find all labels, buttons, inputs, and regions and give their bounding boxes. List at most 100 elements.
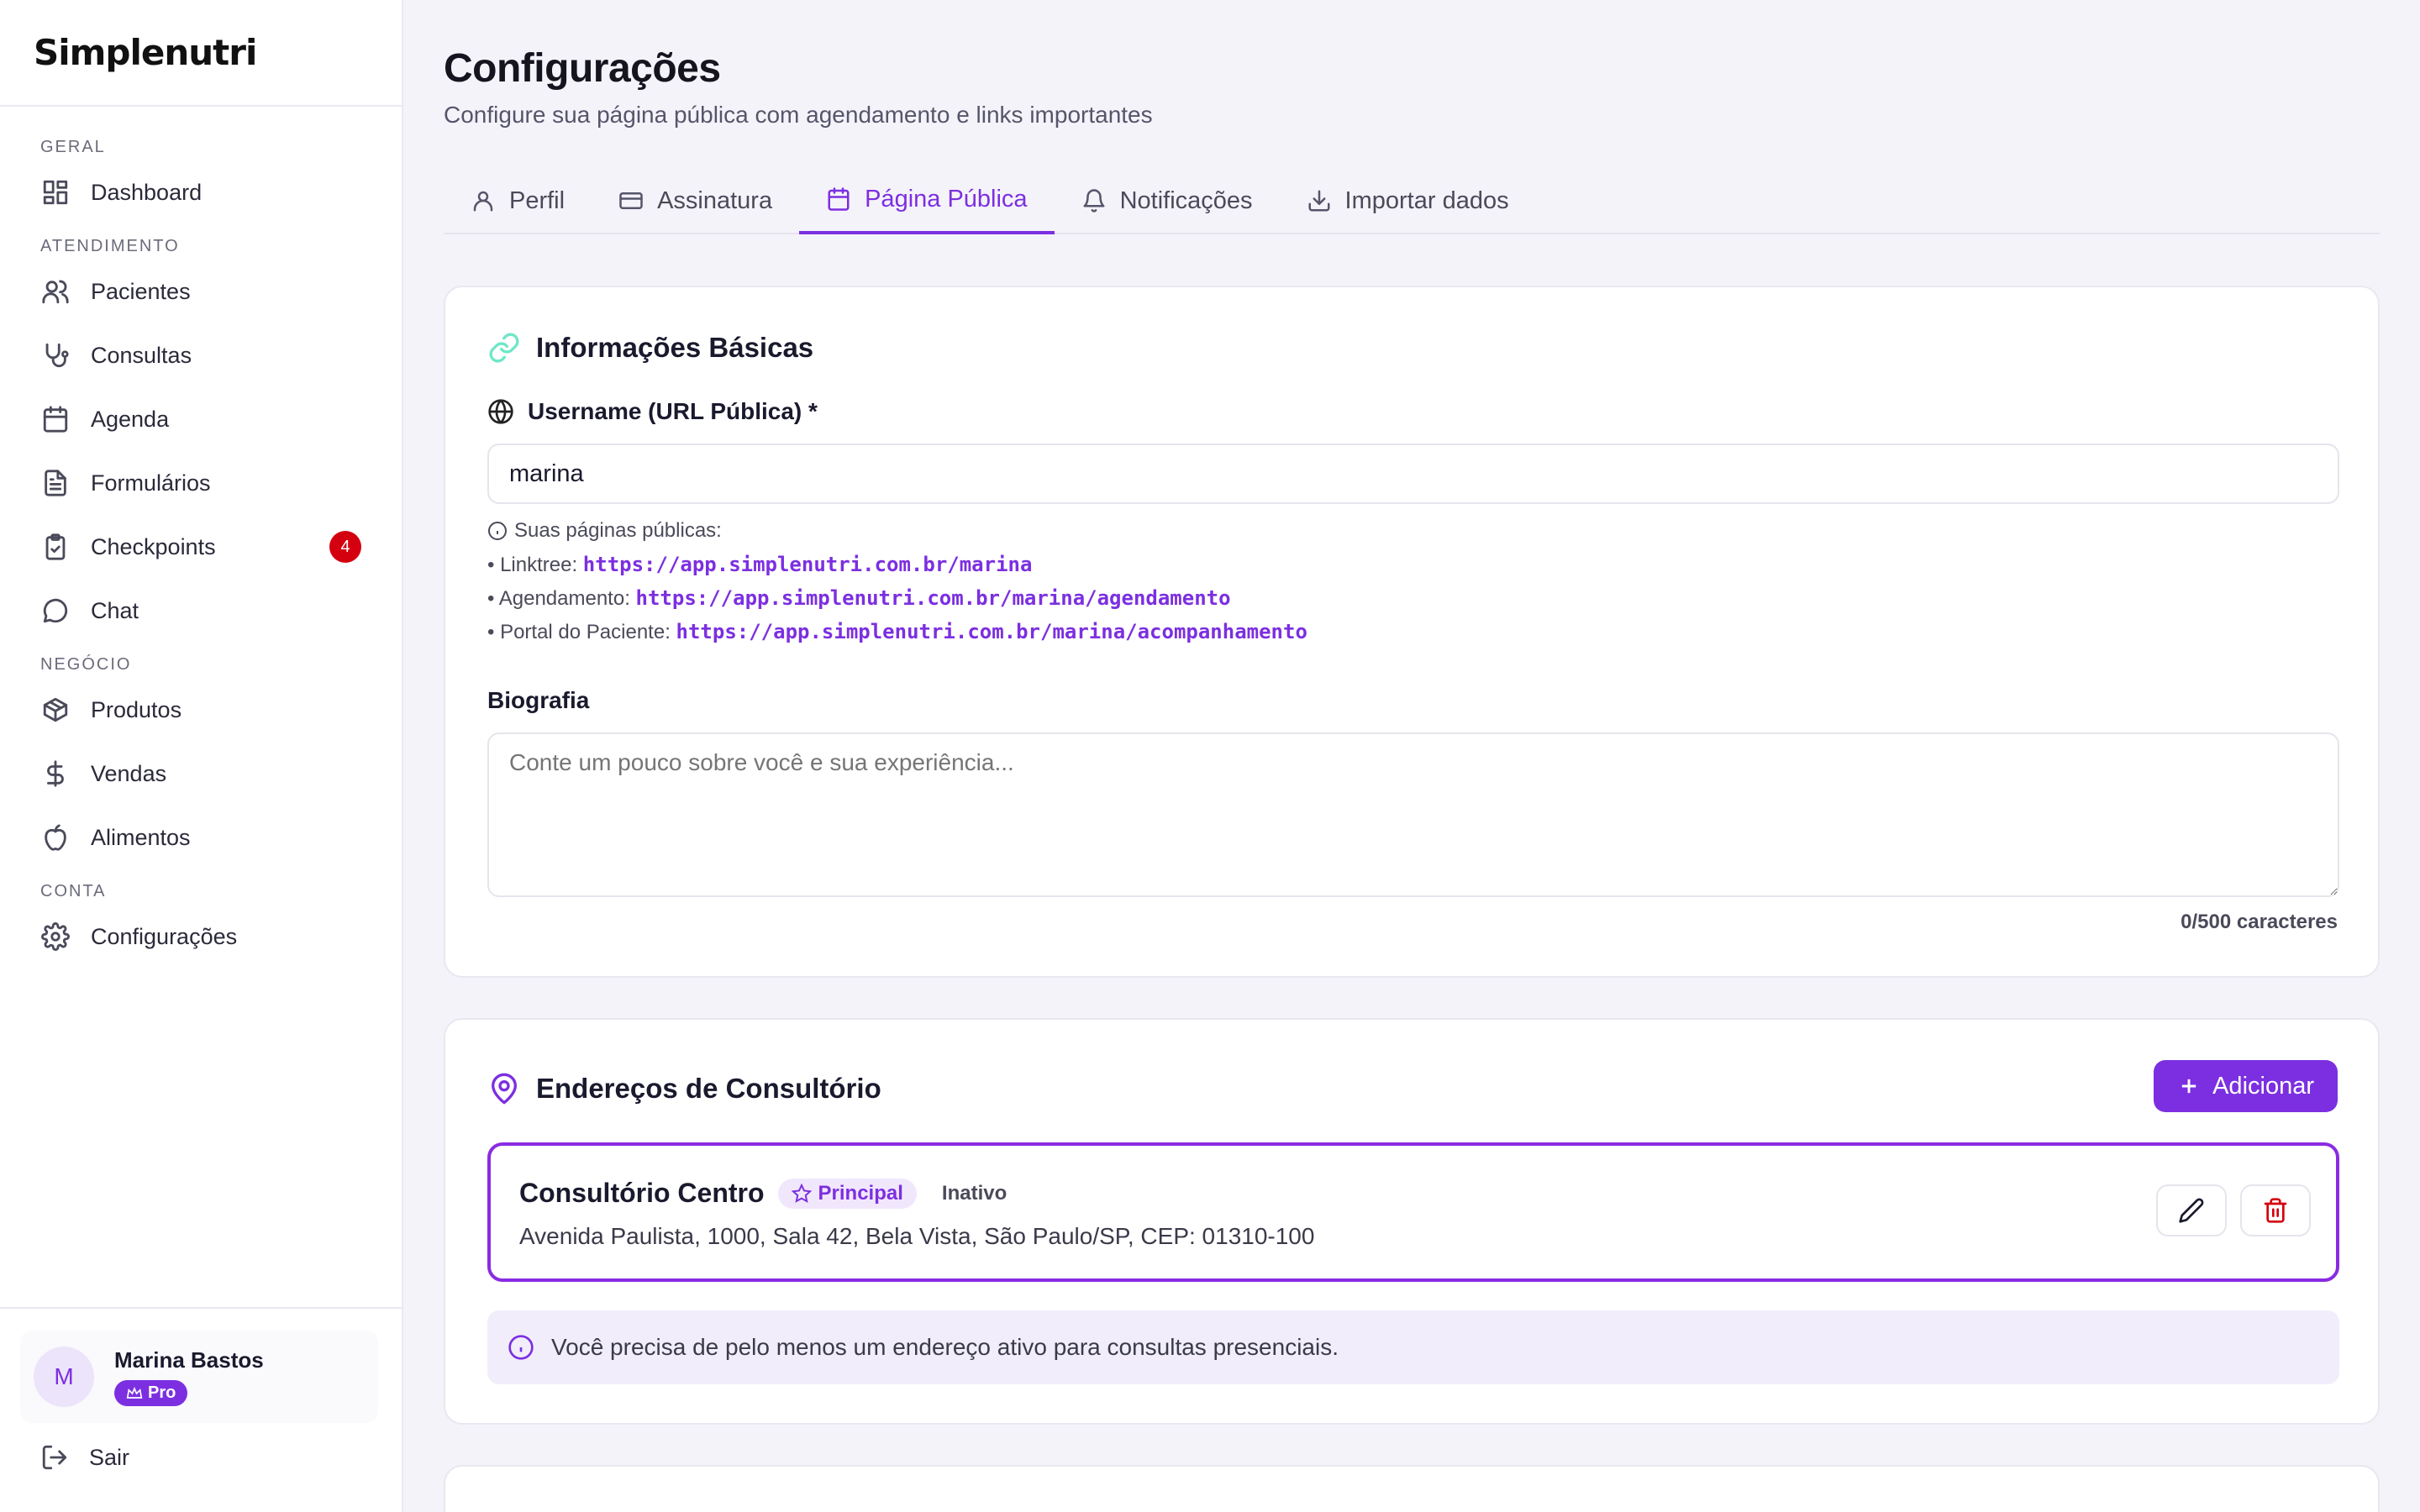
- clipboard-check-icon: [40, 532, 71, 562]
- sidebar-item-label: Dashboard: [91, 179, 203, 205]
- sidebar-item-checkpoints[interactable]: Checkpoints 4: [0, 515, 402, 579]
- user-icon: [473, 191, 493, 212]
- sidebar-nav: GERAL Dashboard ATENDIMENTO Pacientes Co…: [0, 107, 402, 969]
- bio-char-count: 0/500 caracteres: [2181, 911, 2338, 933]
- linktree-link[interactable]: https://app.simplenutri.com.br/marina: [583, 553, 1033, 576]
- tab-importar-dados[interactable]: Importar dados: [1280, 167, 1536, 234]
- pencil-icon: [2179, 1198, 2204, 1223]
- sidebar-item-label: Checkpoints: [91, 533, 216, 559]
- portal-label: • Portal do Paciente:: [487, 621, 676, 643]
- tab-label: Página Pública: [865, 185, 1028, 213]
- sidebar-item-label: Vendas: [91, 760, 167, 786]
- sidebar-item-label: Configurações: [91, 923, 238, 949]
- tab-notificacoes[interactable]: Notificações: [1055, 167, 1280, 234]
- section-geral: GERAL: [40, 137, 106, 156]
- checkpoints-count-badge: 4: [329, 531, 361, 563]
- page-subtitle: Configure sua página pública com agendam…: [444, 102, 1153, 128]
- tab-perfil[interactable]: Perfil: [444, 167, 592, 234]
- logout-icon: [42, 1445, 67, 1470]
- sidebar-item-formularios[interactable]: Formulários: [0, 451, 402, 515]
- crown-icon: [126, 1386, 143, 1399]
- card-title-text: Endereços de Consultório: [536, 1073, 881, 1104]
- address-header: Consultório Centro Principal Inativo: [519, 1178, 1017, 1209]
- info-icon: [488, 522, 507, 540]
- username-label-text: Username (URL Pública) *: [528, 398, 818, 424]
- linktree-label: • Linktree:: [487, 554, 583, 576]
- plan-badge: Pro: [114, 1380, 188, 1406]
- linktree-line: • Linktree: https://app.simplenutri.com.…: [487, 553, 1032, 577]
- sidebar-item-produtos[interactable]: Produtos: [0, 678, 402, 742]
- calendar-icon: [40, 404, 71, 434]
- map-pin-icon: [492, 1073, 517, 1105]
- tab-pagina-publica[interactable]: Página Pública: [799, 167, 1055, 234]
- sidebar-item-pacientes[interactable]: Pacientes: [0, 260, 402, 323]
- logout-label: Sair: [89, 1444, 130, 1470]
- address-name: Consultório Centro: [519, 1178, 765, 1208]
- tab-label: Perfil: [509, 186, 566, 214]
- basic-info-title: Informações Básicas: [487, 331, 813, 365]
- delete-address-button[interactable]: [2240, 1184, 2311, 1236]
- notice-text: Você precisa de pelo menos um endereço a…: [551, 1334, 1339, 1360]
- calendar-icon: [828, 187, 850, 211]
- main-content: Configurações Configure sua página públi…: [444, 0, 2380, 1512]
- user-name: Marina Bastos: [114, 1347, 264, 1373]
- dashboard-icon: [40, 177, 71, 207]
- agendamento-link[interactable]: https://app.simplenutri.com.br/marina/ag…: [636, 586, 1231, 610]
- sidebar-item-dashboard[interactable]: Dashboard: [0, 160, 402, 224]
- stethoscope-icon: [40, 340, 71, 370]
- hint-text: Suas páginas públicas:: [514, 519, 722, 542]
- bell-icon: [1083, 189, 1105, 213]
- principal-badge: Principal: [777, 1178, 917, 1209]
- address-notice: Você precisa de pelo menos um endereço a…: [487, 1310, 2339, 1384]
- username-label: Username (URL Pública) *: [487, 398, 818, 425]
- sidebar-item-consultas[interactable]: Consultas: [0, 323, 402, 387]
- app-logo[interactable]: Simplenutri: [0, 0, 402, 107]
- logout-button[interactable]: Sair: [40, 1443, 129, 1472]
- avatar: M: [34, 1347, 94, 1407]
- star-icon: [791, 1183, 812, 1203]
- add-address-button[interactable]: Adicionar: [2154, 1060, 2338, 1112]
- addresses-title: Endereços de Consultório: [487, 1072, 881, 1105]
- sidebar-item-agenda[interactable]: Agenda: [0, 387, 402, 451]
- section-negocio: NEGÓCIO: [40, 654, 132, 674]
- chat-icon: [40, 596, 71, 626]
- add-address-label: Adicionar: [2212, 1072, 2314, 1100]
- address-item: Consultório Centro Principal Inativo Ave…: [487, 1142, 2339, 1282]
- username-input[interactable]: [487, 444, 2339, 504]
- section-atendimento: ATENDIMENTO: [40, 236, 180, 255]
- link-icon: [489, 333, 519, 363]
- sidebar-item-configuracoes[interactable]: Configurações: [0, 905, 402, 969]
- trash-icon: [2264, 1198, 2287, 1223]
- package-icon: [40, 695, 71, 725]
- plus-icon: [2181, 1079, 2196, 1094]
- sidebar-item-alimentos[interactable]: Alimentos: [0, 806, 402, 869]
- plan-label: Pro: [148, 1383, 176, 1402]
- user-info: Marina Bastos Pro: [114, 1347, 264, 1406]
- download-icon: [1308, 190, 1330, 212]
- globe-icon: [488, 399, 513, 424]
- portal-link[interactable]: https://app.simplenutri.com.br/marina/ac…: [676, 620, 1307, 643]
- basic-info-card: Informações Básicas Username (URL Públic…: [444, 286, 2380, 978]
- sidebar-item-label: Alimentos: [91, 824, 191, 850]
- settings-tabs: Perfil Assinatura Página Pública Notific…: [444, 167, 2380, 234]
- edit-address-button[interactable]: [2156, 1184, 2227, 1236]
- sidebar-footer: M Marina Bastos Pro Sair: [0, 1307, 402, 1512]
- principal-label: Principal: [818, 1181, 903, 1205]
- dollar-icon: [40, 759, 71, 789]
- credit-card-icon: [619, 192, 643, 209]
- user-card[interactable]: M Marina Bastos Pro: [20, 1331, 378, 1423]
- bio-textarea[interactable]: [487, 732, 2339, 897]
- sidebar-item-label: Formulários: [91, 470, 211, 496]
- card-title-text: Informações Básicas: [536, 332, 814, 363]
- status-badge: Inativo: [941, 1181, 1007, 1205]
- agendamento-label: • Agendamento:: [487, 587, 636, 610]
- sidebar-item-label: Consultas: [91, 342, 192, 368]
- section-conta: CONTA: [40, 881, 107, 900]
- sidebar-item-vendas[interactable]: Vendas: [0, 742, 402, 806]
- address-line: Avenida Paulista, 1000, Sala 42, Bela Vi…: [519, 1223, 1315, 1249]
- page-title: Configurações: [444, 46, 721, 91]
- sidebar-item-chat[interactable]: Chat: [0, 579, 402, 643]
- tab-assinatura[interactable]: Assinatura: [592, 167, 799, 234]
- agendamento-line: • Agendamento: https://app.simplenutri.c…: [487, 586, 1231, 611]
- apple-icon: [40, 822, 71, 853]
